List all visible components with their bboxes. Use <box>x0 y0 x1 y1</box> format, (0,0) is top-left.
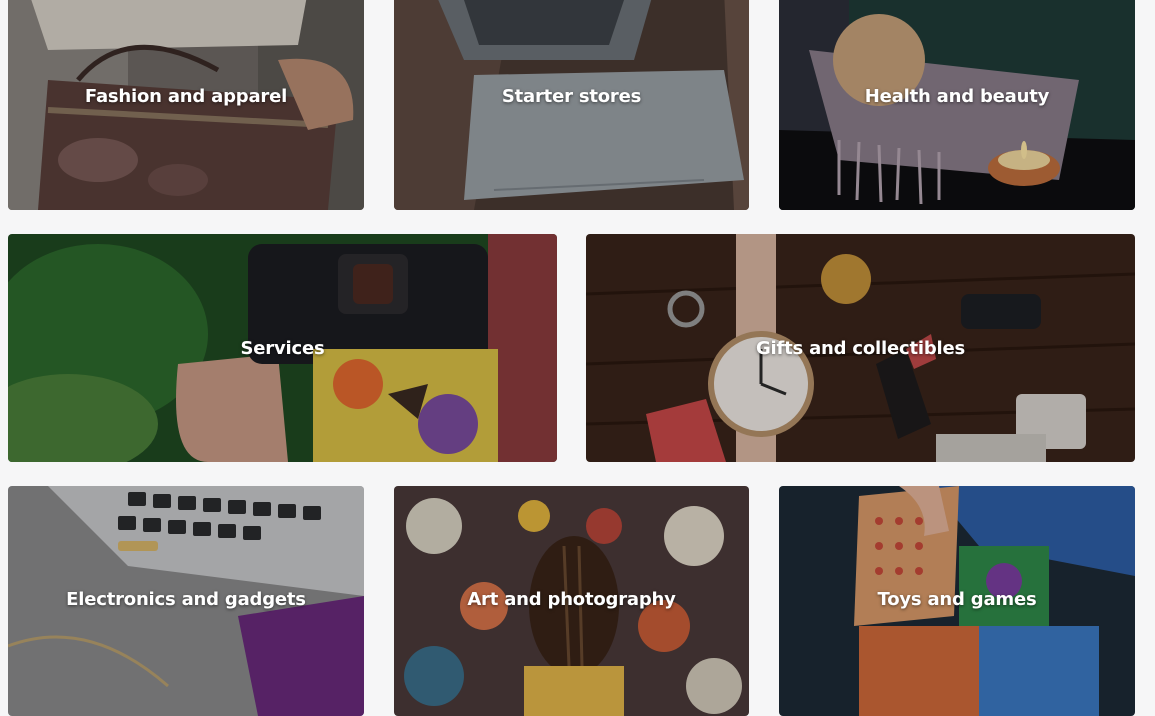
category-tile-services[interactable]: Services <box>8 234 557 462</box>
category-label: Fashion and apparel <box>84 86 288 107</box>
category-tile-electronics-and-gadgets[interactable]: Electronics and gadgets <box>8 486 364 716</box>
category-label: Gifts and collectibles <box>755 337 966 359</box>
category-tile-toys-and-games[interactable]: Toys and games <box>779 486 1135 716</box>
category-tile-gifts-and-collectibles[interactable]: Gifts and collectibles <box>586 234 1135 462</box>
category-label: Health and beauty <box>864 86 1050 107</box>
category-tile-fashion-and-apparel[interactable]: Fashion and apparel <box>8 0 364 210</box>
category-tile-health-and-beauty[interactable]: Health and beauty <box>779 0 1135 210</box>
category-tile-starter-stores[interactable]: Starter stores <box>394 0 749 210</box>
category-label: Services <box>240 337 325 359</box>
category-label: Art and photography <box>467 589 676 610</box>
category-label: Starter stores <box>501 86 642 107</box>
category-tile-art-and-photography[interactable]: Art and photography <box>394 486 749 716</box>
category-label: Electronics and gadgets <box>66 589 306 610</box>
category-label: Toys and games <box>877 589 1037 610</box>
